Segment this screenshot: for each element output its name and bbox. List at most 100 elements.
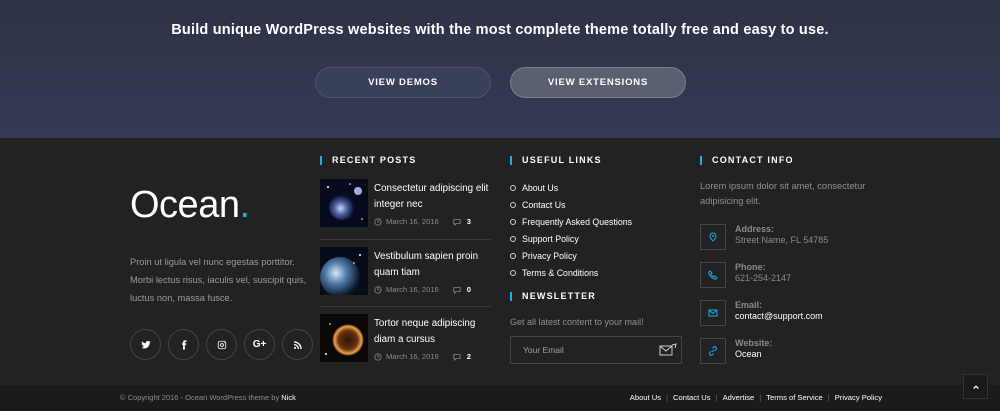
useful-link-terms[interactable]: Terms & Conditions	[510, 264, 632, 281]
twitter-button[interactable]	[130, 329, 161, 360]
contact-info-title: CONTACT INFO	[700, 156, 794, 165]
useful-link-label: Privacy Policy	[522, 250, 577, 261]
google-plus-icon: G+	[252, 339, 267, 350]
bottom-link-separator: |	[827, 393, 830, 402]
useful-link-label: Terms & Conditions	[522, 267, 599, 278]
useful-link-label: About Us	[522, 182, 559, 193]
post-meta: March 16, 2016 0	[374, 285, 471, 294]
contact-value: 621-254-2147	[735, 273, 792, 283]
post-thumbnail[interactable]	[320, 179, 368, 227]
contact-email-link[interactable]: contact@support.com	[735, 311, 823, 321]
useful-link-contact-us[interactable]: Contact Us	[510, 196, 632, 213]
bottom-link-terms-of-service[interactable]: Terms of Service	[766, 393, 823, 402]
useful-link-label: Support Policy	[522, 233, 579, 244]
post-divider	[320, 306, 491, 307]
newsletter-text: Get all latest content to your mail!	[510, 317, 644, 327]
clock-icon	[374, 352, 382, 361]
post-thumbnail[interactable]	[320, 247, 368, 295]
bottom-bar: © Copyright 2016 - Ocean WordPress theme…	[0, 385, 1000, 411]
address-icon-box	[700, 224, 726, 250]
facebook-icon	[181, 339, 186, 350]
contact-website-link[interactable]: Ocean	[735, 349, 762, 359]
rss-button[interactable]	[282, 329, 313, 360]
map-pin-icon	[709, 232, 717, 242]
bottom-link-advertise[interactable]: Advertise	[723, 393, 755, 402]
footer: Ocean. Proin ut ligula vel nunc egestas …	[0, 138, 1000, 385]
post-comment-count[interactable]: 0	[467, 285, 471, 294]
contact-text: Lorem ipsum dolor sit amet, consectetur …	[700, 181, 866, 206]
useful-links-title: USEFUL LINKS	[510, 156, 602, 165]
contact-phone: Phone: 621-254-2147	[700, 262, 900, 292]
useful-link-about-us[interactable]: About Us	[510, 179, 632, 196]
contact-website: Website: Ocean	[700, 338, 900, 368]
bullet-icon	[510, 201, 516, 208]
contact-email: Email: contact@support.com	[700, 300, 900, 330]
view-demos-button[interactable]: VIEW DEMOS	[315, 67, 491, 98]
copyright-text: © Copyright 2016 - Ocean WordPress theme…	[120, 393, 282, 402]
useful-link-support-policy[interactable]: Support Policy	[510, 230, 632, 247]
recent-post[interactable]: Vestibulum sapien proin quam tiam March …	[320, 247, 491, 307]
facebook-button[interactable]	[168, 329, 199, 360]
contact-address: Address: Street Name, FL 54785	[700, 224, 900, 254]
post-date: March 16, 2016	[386, 217, 439, 226]
hero-section: Build unique WordPress websites with the…	[0, 0, 1000, 138]
post-thumbnail[interactable]	[320, 314, 368, 362]
envelope-icon	[708, 309, 718, 317]
email-icon-box	[700, 300, 726, 326]
post-title[interactable]: Consectetur adipiscing elit integer nec	[374, 181, 494, 213]
bottom-link-separator: |	[715, 393, 718, 402]
useful-link-label: Contact Us	[522, 199, 566, 210]
post-comment-count[interactable]: 2	[467, 352, 471, 361]
bottom-nav: About Us | Contact Us | Advertise | Term…	[630, 393, 882, 402]
post-comment-count[interactable]: 3	[467, 217, 471, 226]
author-link[interactable]: Nick	[281, 393, 296, 402]
newsletter-email-input[interactable]	[511, 337, 651, 363]
useful-link-privacy-policy[interactable]: Privacy Policy	[510, 247, 632, 264]
newsletter-title: NEWSLETTER	[510, 292, 596, 301]
post-title[interactable]: Tortor neque adipiscing diam a cursus	[374, 316, 494, 348]
social-links: G+	[130, 329, 313, 360]
phone-icon	[708, 270, 718, 280]
logo-text: Ocean	[130, 184, 240, 226]
bottom-link-contact-us[interactable]: Contact Us	[673, 393, 711, 402]
bottom-link-separator: |	[759, 393, 762, 402]
phone-icon-box	[700, 262, 726, 288]
bullet-icon	[510, 184, 516, 191]
clock-icon	[374, 217, 382, 226]
instagram-button[interactable]	[206, 329, 237, 360]
bottom-link-about-us[interactable]: About Us	[630, 393, 661, 402]
useful-link-label: Frequently Asked Questions	[522, 216, 633, 227]
view-extensions-button[interactable]: VIEW EXTENSIONS	[510, 67, 686, 98]
google-plus-button[interactable]: G+	[244, 329, 275, 360]
bullet-icon	[510, 252, 516, 259]
useful-links-list: About Us Contact Us Frequently Asked Que…	[510, 179, 632, 281]
logo[interactable]: Ocean.	[130, 184, 250, 227]
link-icon	[709, 346, 717, 356]
about-text: Proin ut ligula vel nunc egestas porttit…	[130, 257, 307, 303]
logo-dot: .	[239, 184, 250, 226]
bottom-link-privacy-policy[interactable]: Privacy Policy	[835, 393, 882, 402]
comment-icon	[453, 218, 461, 226]
comment-icon	[453, 286, 461, 294]
post-date: March 16, 2016	[386, 285, 439, 294]
contact-label: Address:	[735, 224, 775, 234]
scroll-to-top-button[interactable]	[963, 374, 988, 399]
post-meta: March 16, 2016 3	[374, 217, 471, 226]
chevron-up-icon	[972, 384, 979, 389]
copyright: © Copyright 2016 - Ocean WordPress theme…	[120, 393, 296, 402]
twitter-icon	[140, 340, 151, 348]
instagram-icon	[217, 340, 226, 349]
post-divider	[320, 239, 491, 240]
newsletter-form	[510, 336, 682, 364]
post-title[interactable]: Vestibulum sapien proin quam tiam	[374, 249, 494, 281]
contact-label: Website:	[735, 338, 773, 348]
recent-post[interactable]: Tortor neque adipiscing diam a cursus Ma…	[320, 314, 491, 374]
contact-value: Street Name, FL 54785	[735, 235, 829, 245]
website-icon-box	[700, 338, 726, 364]
send-mail-icon[interactable]	[659, 343, 677, 357]
bottom-link-separator: |	[666, 393, 669, 402]
recent-post[interactable]: Consectetur adipiscing elit integer nec …	[320, 179, 491, 239]
bullet-icon	[510, 218, 516, 225]
useful-link-faq[interactable]: Frequently Asked Questions	[510, 213, 632, 230]
bullet-icon	[510, 269, 516, 276]
